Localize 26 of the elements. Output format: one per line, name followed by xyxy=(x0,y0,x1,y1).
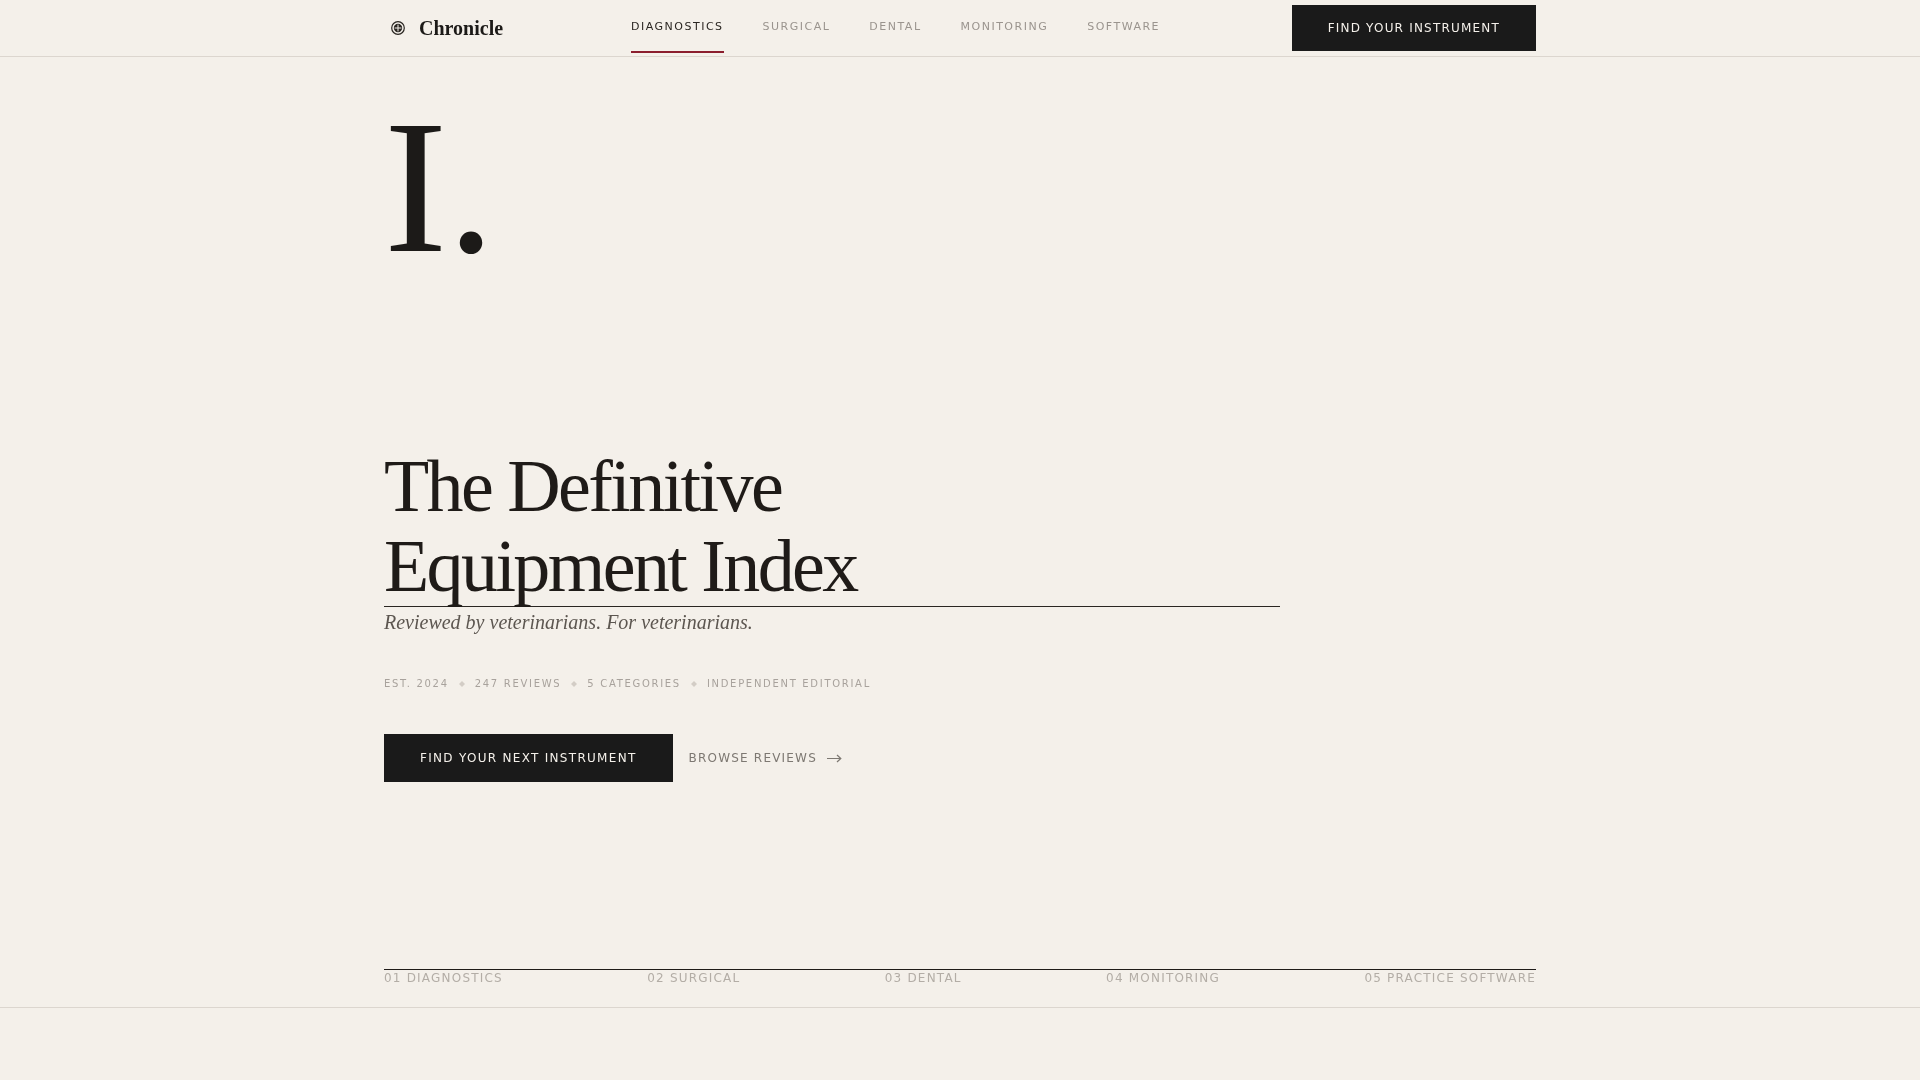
category-index-link[interactable]: 05 PRACTICE SOFTWARE xyxy=(1364,970,1536,986)
nav-tab[interactable]: DENTAL xyxy=(869,3,922,53)
browse-reviews-link[interactable]: BROWSE REVIEWS xyxy=(688,750,842,766)
nav-tab[interactable]: SURGICAL xyxy=(762,3,831,53)
hero-title: The Definitive Equipment Index xyxy=(384,446,859,606)
category-index-link[interactable]: 01 DIAGNOSTICS xyxy=(384,970,503,986)
meta-item: 5 CATEGORIES xyxy=(587,677,681,691)
arrow-right-icon xyxy=(827,753,842,763)
section-numeral: I. xyxy=(384,92,495,282)
nav-tab[interactable]: DIAGNOSTICS xyxy=(631,3,724,53)
brand-name[interactable]: Chronicle xyxy=(419,16,504,40)
category-index-link[interactable]: 02 SURGICAL xyxy=(647,970,741,986)
diamond-icon xyxy=(571,681,578,687)
category-index-link[interactable]: 04 MONITORING xyxy=(1106,970,1220,986)
nav-tab[interactable]: MONITORING xyxy=(960,3,1049,53)
diamond-icon xyxy=(690,681,697,687)
find-instrument-button[interactable]: FIND YOUR INSTRUMENT xyxy=(1291,5,1536,51)
meta-item: INDEPENDENT EDITORIAL xyxy=(706,677,871,691)
find-next-instrument-button[interactable]: FIND YOUR NEXT INSTRUMENT xyxy=(384,734,673,782)
meta-item: 247 REVIEWS xyxy=(474,677,562,691)
category-index-link[interactable]: 03 DENTAL xyxy=(884,970,962,986)
logo-icon xyxy=(391,21,405,35)
hero-subtitle: Reviewed by veterinarians. For veterinarians. xyxy=(384,610,753,635)
nav-tab[interactable]: SOFTWARE xyxy=(1087,3,1161,53)
meta-item: EST. 2024 xyxy=(384,677,449,691)
diamond-icon xyxy=(458,681,465,687)
